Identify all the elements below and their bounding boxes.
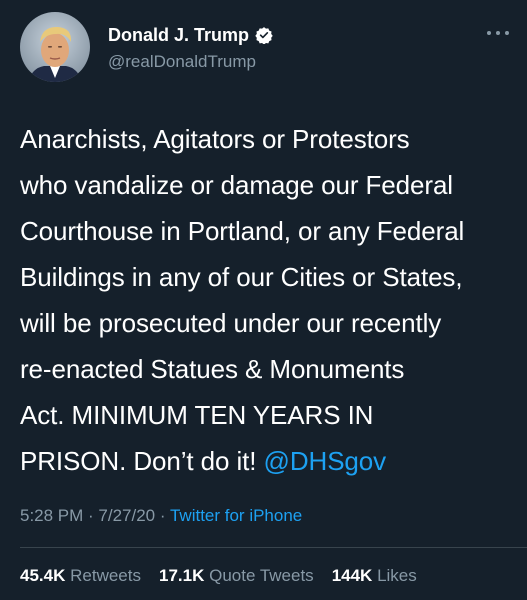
tweet-date[interactable]: 7/27/20 xyxy=(98,506,155,525)
meta-separator: · xyxy=(155,506,170,525)
likes-stat[interactable]: 144K Likes xyxy=(332,566,417,586)
tweet-line-text: PRISON. Don’t do it! xyxy=(20,446,264,476)
handle[interactable]: @realDonaldTrump xyxy=(108,52,273,72)
more-options-icon[interactable] xyxy=(487,28,509,38)
author-info: Donald J. Trump @realDonaldTrump xyxy=(108,24,273,72)
divider xyxy=(20,547,527,548)
verified-badge-icon xyxy=(255,26,273,45)
quote-tweets-stat[interactable]: 17.1K Quote Tweets xyxy=(159,566,314,586)
avatar[interactable] xyxy=(20,12,90,82)
tweet-detail: Donald J. Trump @realDonaldTrump Anarchi… xyxy=(0,0,527,600)
tweet-line: will be prosecuted under our recently xyxy=(20,308,442,338)
tweet-line: re-enacted Statues & Monuments xyxy=(20,354,405,384)
meta-separator: · xyxy=(83,506,99,525)
tweet-line: Act. MINIMUM TEN YEARS IN xyxy=(20,400,374,430)
tweet-time[interactable]: 5:28 PM xyxy=(20,506,83,525)
likes-count: 144K xyxy=(331,566,373,585)
tweet-line: who vandalize or damage our Federal xyxy=(20,170,453,200)
tweet-line: Buildings in any of our Cities or States… xyxy=(20,262,463,292)
likes-label: Likes xyxy=(377,566,417,585)
display-name[interactable]: Donald J. Trump xyxy=(108,25,249,46)
quote-tweets-label: Quote Tweets xyxy=(209,566,314,585)
engagement-stats: 45.4K Retweets 17.1K Quote Tweets 144K L… xyxy=(20,566,417,586)
tweet-line: Courthouse in Portland, or any Federal xyxy=(20,216,465,246)
avatar-image xyxy=(20,12,90,82)
retweets-label: Retweets xyxy=(70,566,141,585)
tweet-text: Anarchists, Agitators or Protestors who … xyxy=(20,116,510,484)
retweets-stat[interactable]: 45.4K Retweets xyxy=(20,566,141,586)
tweet-meta: 5:28 PM · 7/27/20 · Twitter for iPhone xyxy=(20,506,302,526)
tweet-source-link[interactable]: Twitter for iPhone xyxy=(170,506,302,525)
name-row: Donald J. Trump xyxy=(108,24,273,46)
tweet-last-line: PRISON. Don’t do it! @DHSgov xyxy=(20,438,510,484)
quote-tweets-count: 17.1K xyxy=(158,566,205,585)
retweets-count: 45.4K xyxy=(20,566,66,585)
mention-link[interactable]: @DHSgov xyxy=(264,446,387,476)
tweet-line: Anarchists, Agitators or Protestors xyxy=(20,124,410,154)
